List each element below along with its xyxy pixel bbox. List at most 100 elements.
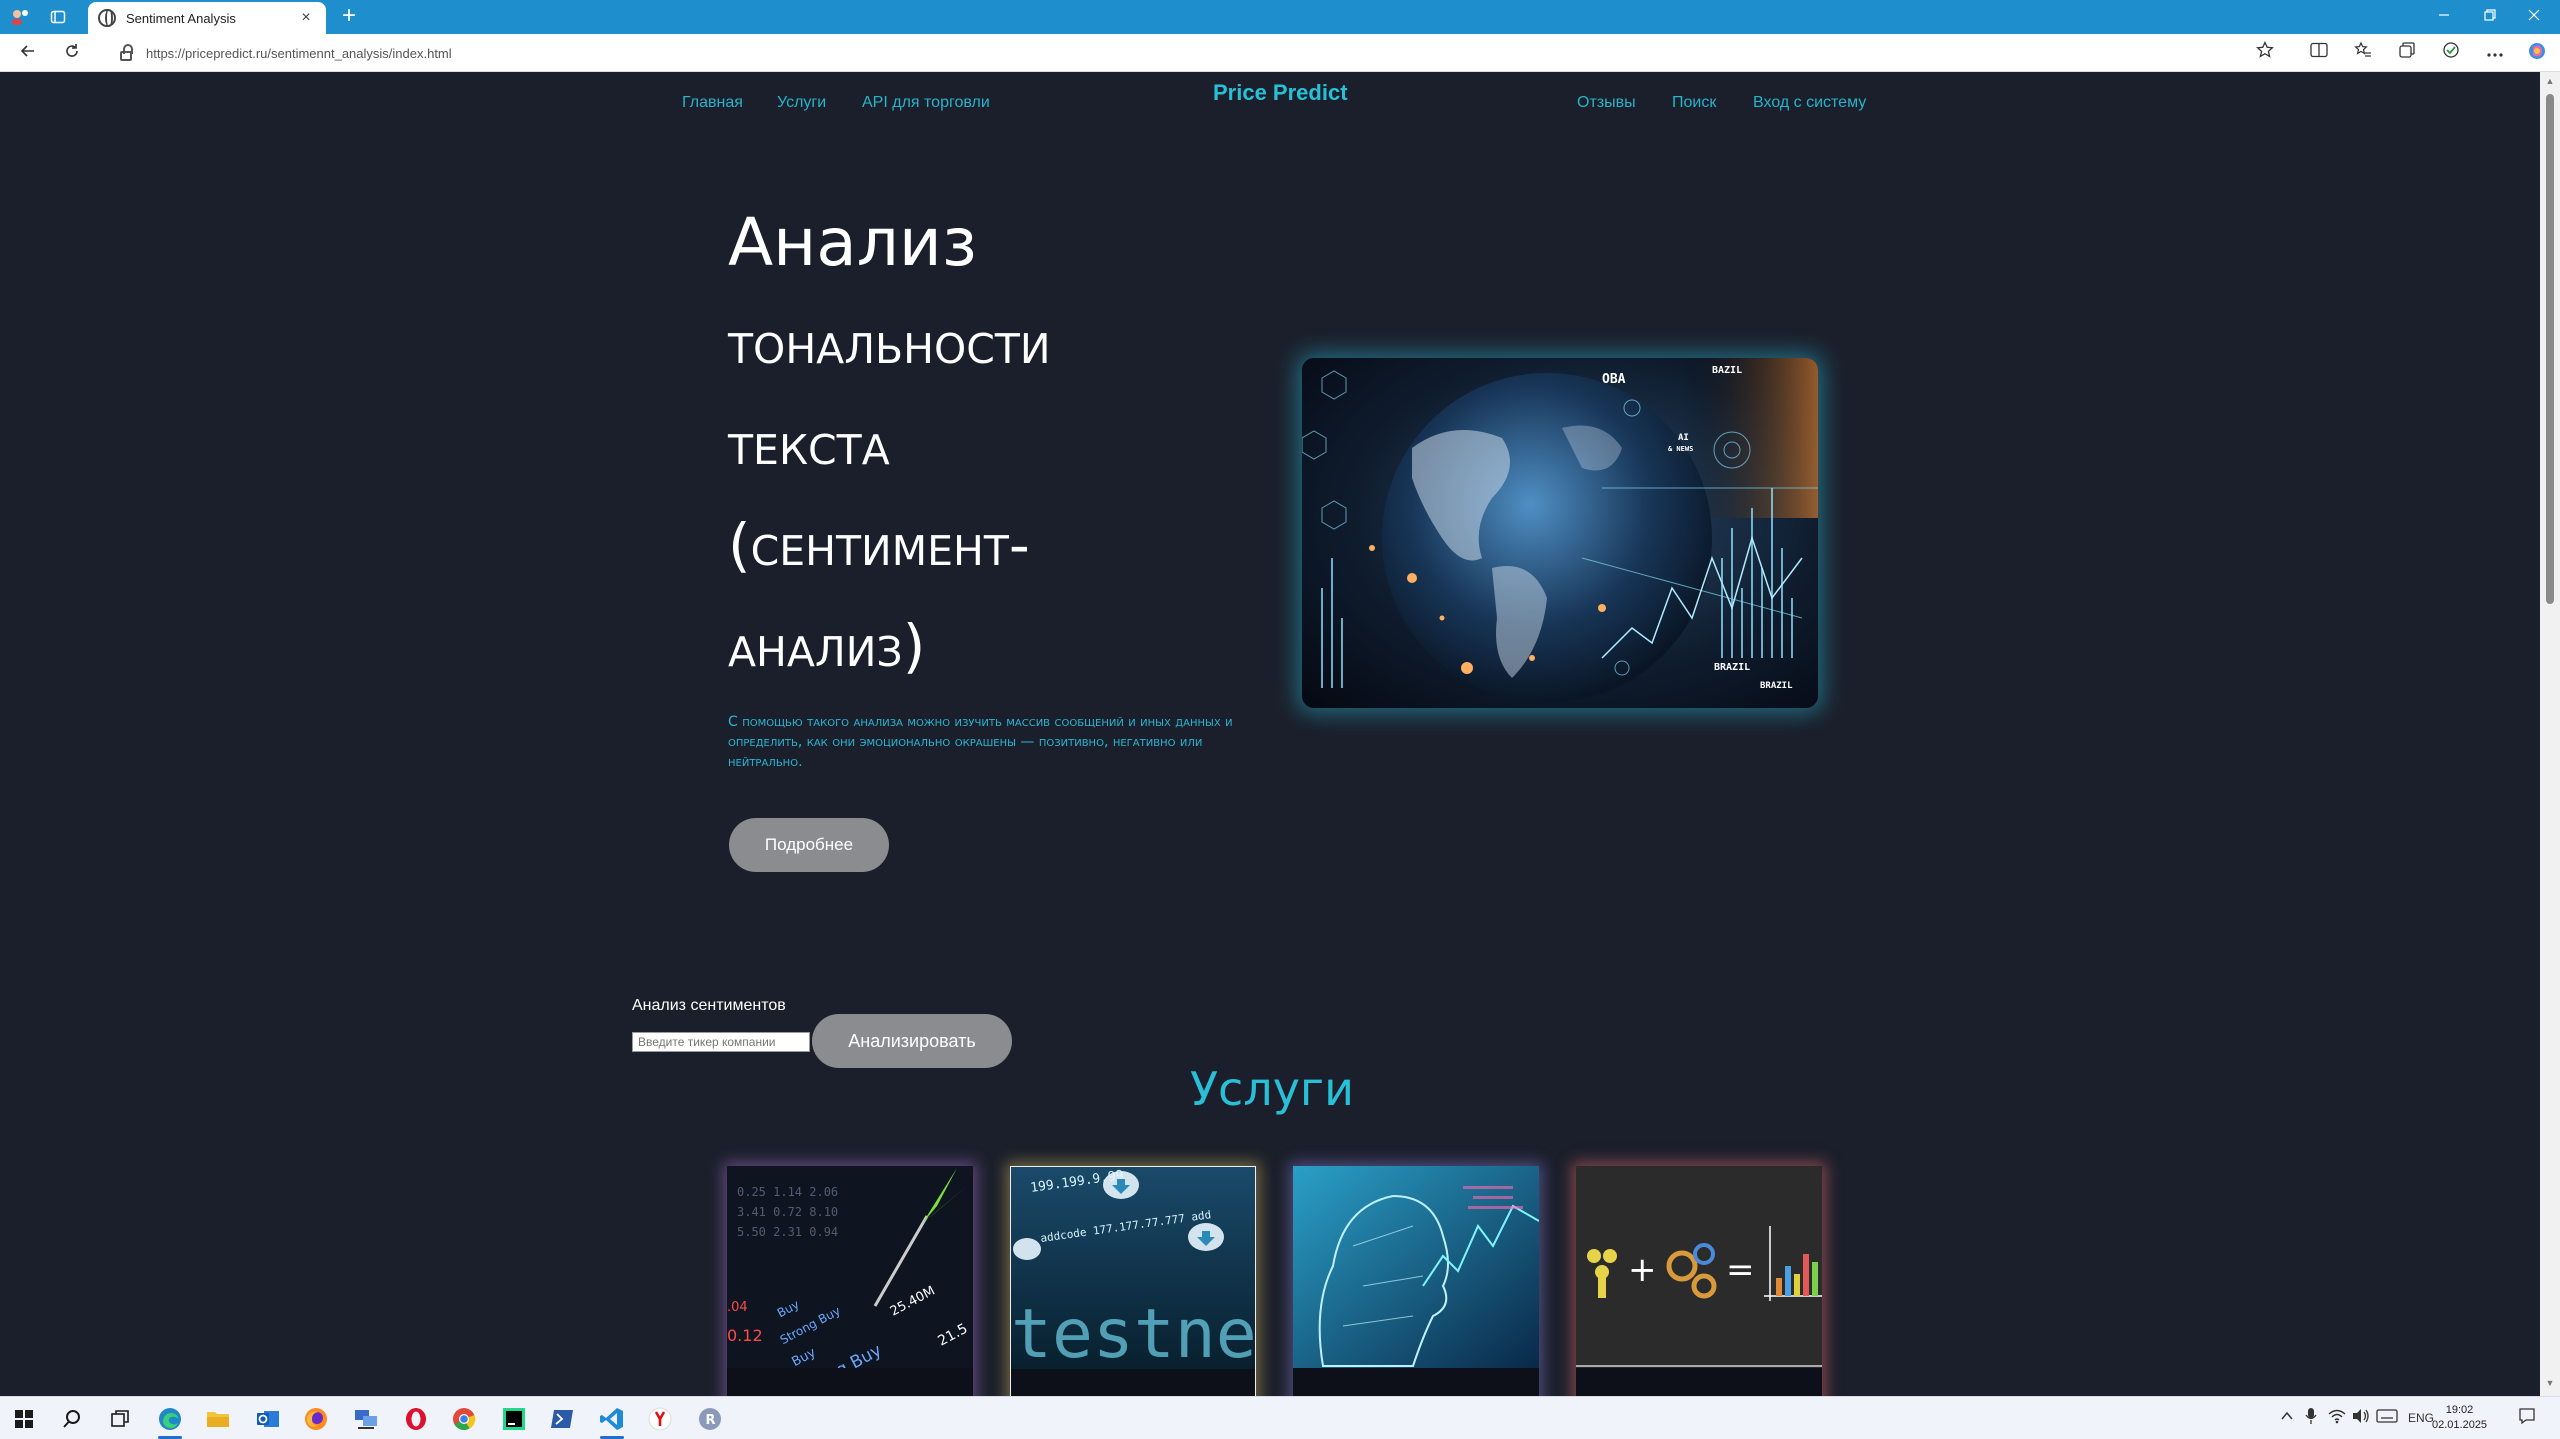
tab-actions-icon[interactable] [46, 6, 70, 28]
globe-icon [98, 9, 116, 27]
svg-text:5.50 2.31 0.94: 5.50 2.31 0.94 [737, 1225, 838, 1239]
split-screen-icon[interactable] [2306, 41, 2332, 65]
analyze-button[interactable]: Анализировать [812, 1014, 1012, 1068]
hero-title: Анализ тональности текста (сентимент- ан… [728, 192, 1288, 697]
scroll-thumb[interactable] [2546, 94, 2554, 604]
service-card-3[interactable] [1293, 1166, 1539, 1396]
tab-title: Sentiment Analysis [126, 10, 236, 26]
hero-title-line-1: Анализ [728, 204, 977, 281]
image-label-oba: OBA [1602, 372, 1626, 387]
favorites-icon[interactable] [2350, 41, 2376, 65]
image-label-brazil-2: BRAZIL [1760, 681, 1793, 691]
address-bar: https://pricepredict.ru/sentimennt_analy… [0, 34, 2560, 72]
nav-link-trading-api[interactable]: API для торговли [862, 94, 990, 112]
hero-title-line-2: тональности [728, 309, 1051, 377]
nav-link-services[interactable]: Услуги [777, 94, 826, 112]
image-label-bazil: BAZIL [1712, 365, 1742, 376]
back-icon[interactable] [14, 40, 42, 66]
favorite-star-icon[interactable] [2252, 40, 2278, 65]
search-icon[interactable] [56, 1403, 88, 1435]
copilot-icon[interactable] [2524, 41, 2550, 65]
card1-text-red-1: 0.12 [727, 1326, 763, 1345]
more-button[interactable]: Подробнее [729, 818, 889, 872]
svg-text:3.41 0.72 8.10: 3.41 0.72 8.10 [737, 1205, 838, 1219]
language-indicator[interactable]: ENG [2408, 1411, 2434, 1425]
browser-titlebar: Sentiment Analysis × + [0, 0, 2560, 34]
card4-text-plus: + [1628, 1250, 1657, 1290]
hero-subtitle: С помощью такого анализа можно изучить м… [728, 714, 1233, 770]
task-view-icon[interactable] [104, 1403, 136, 1435]
network-app-icon[interactable] [350, 1403, 382, 1435]
r-app-icon[interactable]: R [694, 1403, 726, 1435]
clock-time: 19:02 [2445, 1404, 2474, 1416]
hero-title-line-3: текста [728, 410, 890, 478]
url-input[interactable]: https://pricepredict.ru/sentimennt_analy… [100, 38, 2270, 68]
card2-text-testnet: testne [1011, 1295, 1256, 1369]
ticker-input[interactable] [632, 1032, 810, 1052]
card-1-caption [727, 1373, 973, 1396]
extensions-icon[interactable] [2438, 41, 2464, 65]
card-2-caption [1011, 1374, 1255, 1396]
service-card-2[interactable]: 199.199.9.99 addcode 177.177.77.777 add … [1010, 1166, 1256, 1396]
url-text: https://pricepredict.ru/sentimennt_analy… [146, 45, 452, 61]
image-label-ai: AI [1678, 433, 1689, 443]
more-menu-icon[interactable] [2482, 41, 2508, 65]
card4-text-equals: = [1726, 1250, 1755, 1290]
outlook-icon[interactable] [252, 1403, 284, 1435]
system-clock[interactable]: 19:02 02.01.2025 [2432, 1403, 2487, 1433]
restore-icon[interactable] [2470, 4, 2510, 30]
site-brand[interactable]: Price Predict [1213, 80, 1348, 106]
profile-icon[interactable] [8, 6, 32, 28]
svg-text:0.25 1.14 2.06: 0.25 1.14 2.06 [737, 1185, 838, 1199]
volume-icon[interactable] [2352, 1408, 2370, 1427]
windows-taskbar: R ENG 19:02 02.01.2025 [0, 1396, 2560, 1439]
services-title: Услуги [1189, 1062, 1354, 1116]
nav-link-reviews[interactable]: Отзывы [1577, 94, 1636, 112]
page-scrollbar[interactable]: ▲ ▼ [2540, 72, 2560, 1396]
microphone-icon[interactable] [2305, 1407, 2317, 1428]
card-4-caption [1576, 1373, 1822, 1396]
nav-link-login[interactable]: Вход с систему [1753, 94, 1866, 112]
file-explorer-icon[interactable] [202, 1403, 234, 1435]
web-page: Главная Услуги API для торговли Price Pr… [4, 72, 2540, 1396]
new-tab-button[interactable]: + [336, 4, 362, 30]
yandex-browser-icon[interactable] [644, 1403, 676, 1435]
tray-overflow-icon[interactable] [2280, 1409, 2294, 1426]
firefox-icon[interactable] [300, 1403, 332, 1435]
clock-date: 02.01.2025 [2432, 1419, 2488, 1431]
image-label-brazil-1: BRAZIL [1714, 662, 1750, 673]
scroll-up-icon[interactable]: ▲ [2544, 76, 2556, 86]
card-3-caption [1293, 1373, 1539, 1396]
pycharm-icon[interactable] [498, 1403, 530, 1435]
card-chalkboard-image: + = [1576, 1166, 1822, 1368]
browser-tab[interactable]: Sentiment Analysis × [88, 2, 326, 34]
service-card-1[interactable]: 0.25 1.14 2.06 3.41 0.72 8.10 5.50 2.31 0.… [727, 1166, 973, 1396]
hero-title-line-4: (сентимент- [728, 511, 1030, 579]
chrome-icon[interactable] [448, 1403, 480, 1435]
hero-title-line-5: анализ) [728, 612, 926, 680]
card-ai-head-image [1293, 1166, 1539, 1368]
card1-text-red-2: .04 [727, 1300, 748, 1315]
scroll-down-icon[interactable]: ▼ [2544, 1378, 2556, 1388]
hero-globe-image: OBA BAZIL AI & NEWS BRAZIL BRAZIL [1302, 358, 1818, 708]
card-trading-darts-image: 0.25 1.14 2.06 3.41 0.72 8.10 5.50 2.31 0.… [727, 1166, 973, 1396]
start-icon[interactable] [8, 1403, 40, 1435]
close-window-icon[interactable] [2514, 4, 2554, 30]
notifications-icon[interactable] [2518, 1407, 2536, 1428]
wifi-icon[interactable] [2328, 1408, 2346, 1427]
refresh-icon[interactable] [58, 40, 86, 66]
vscode-icon[interactable] [596, 1403, 628, 1439]
image-label-news: & NEWS [1668, 445, 1693, 453]
service-card-4[interactable]: + = [1576, 1166, 1822, 1396]
opera-icon[interactable] [400, 1403, 432, 1435]
sentiment-analyzer-label: Анализ сентиментов [632, 997, 786, 1014]
minimize-icon[interactable] [2424, 4, 2464, 30]
nav-link-home[interactable]: Главная [682, 94, 743, 112]
powershell-icon[interactable] [546, 1403, 578, 1435]
nav-link-search[interactable]: Поиск [1672, 94, 1716, 112]
keyboard-icon[interactable] [2376, 1409, 2398, 1426]
close-tab-icon[interactable]: × [296, 9, 316, 27]
lock-icon[interactable] [120, 44, 133, 61]
edge-app-icon[interactable] [154, 1403, 186, 1439]
collections-icon[interactable] [2394, 41, 2420, 65]
